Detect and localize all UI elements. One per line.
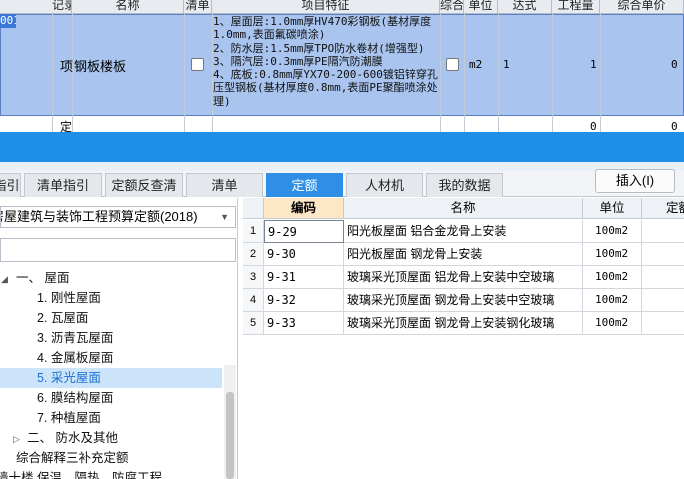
tree-node-skylight-roof[interactable]: 5. 采光屋面 bbox=[0, 368, 222, 388]
feature-checkbox[interactable] bbox=[446, 58, 459, 71]
quota-library-value: 房屋建筑与装饰工程预算定额(2018) bbox=[0, 209, 198, 224]
header-feature: 项目特征 bbox=[212, 0, 440, 14]
row-type: 项 bbox=[60, 59, 74, 74]
row-expression: 1 bbox=[503, 58, 510, 71]
row-unit-cell[interactable]: 100m2 bbox=[583, 312, 642, 335]
quota-library-select[interactable]: 房屋建筑与装饰工程预算定额(2018) ▼ bbox=[0, 206, 236, 228]
tree-node-membrane-roof[interactable]: 6. 膜结构屋面 bbox=[37, 388, 113, 408]
tab-reverse-lookup[interactable]: 定额反查清单 bbox=[105, 173, 183, 217]
next-row-type: 定 bbox=[60, 120, 73, 132]
row-feature[interactable]: 1、屋面层:1.0mm厚HV470彩钢板(基材厚度1.0mm,表面氟碳喷涂) 2… bbox=[213, 15, 439, 108]
expand-icon[interactable]: ▷ bbox=[13, 434, 20, 445]
splitter-bar[interactable] bbox=[0, 132, 684, 162]
tree-node-roof[interactable]: 一、 屋面 bbox=[16, 268, 69, 288]
row-index: 4 bbox=[243, 289, 264, 312]
grid-header: 记录 名称 清单 项目特征 综合单价 单位 达式 工程量 综合单价 bbox=[0, 0, 684, 14]
tree-node-green-roof[interactable]: 7. 种植屋面 bbox=[37, 408, 101, 428]
row-unit: m2 bbox=[469, 58, 483, 71]
next-row-price: 0 bbox=[671, 120, 678, 132]
row-unit-cell[interactable]: 100m2 bbox=[583, 243, 642, 266]
row-quota-cell[interactable] bbox=[642, 243, 684, 266]
col-header-unit[interactable]: 单位 bbox=[583, 198, 642, 219]
tree-node-tile-roof[interactable]: 2. 瓦屋面 bbox=[37, 308, 88, 328]
chevron-down-icon[interactable]: ▼ bbox=[220, 207, 229, 227]
insert-button[interactable]: 插入(I) bbox=[595, 169, 675, 193]
header-list: 清单 bbox=[184, 0, 212, 14]
row-index: 5 bbox=[243, 312, 264, 335]
col-header-index bbox=[243, 198, 264, 219]
tree-node-asphalt-roof[interactable]: 3. 沥青瓦屋面 bbox=[37, 328, 113, 348]
tab-strip: 指引 清单指引 定额反查清单 清单 定额 人材机 我的数据 bbox=[0, 171, 684, 217]
header-total-price: 综合单价 bbox=[600, 0, 684, 14]
row-name-cell[interactable]: 阳光板屋面 钢龙骨上安装 bbox=[344, 243, 583, 266]
quota-tree-panel: 房屋建筑与装饰工程预算定额(2018) ▼ ◢ 一、 屋面 1. 刚性屋面 2.… bbox=[0, 198, 238, 479]
row-name-cell[interactable]: 玻璃采光顶屋面 钢龙骨上安装中空玻璃 bbox=[344, 289, 583, 312]
row-code: 001 bbox=[0, 14, 16, 28]
row-price: 0 bbox=[671, 58, 678, 71]
tab-labor-material[interactable]: 人材机 bbox=[346, 173, 423, 197]
row-code-cell[interactable]: 9-31 bbox=[264, 266, 344, 289]
header-expression: 达式 bbox=[498, 0, 552, 14]
row-quota-cell[interactable] bbox=[642, 312, 684, 335]
tree-scrollbar-thumb[interactable] bbox=[226, 392, 234, 479]
header-name: 名称 bbox=[72, 0, 184, 14]
col-header-quota[interactable]: 定额 bbox=[642, 198, 684, 219]
tree-node-waterproof[interactable]: 二、 防水及其他 bbox=[27, 428, 118, 448]
tab-guide[interactable]: 指引 bbox=[0, 173, 21, 197]
panel-gap bbox=[0, 162, 684, 171]
row-name-cell[interactable]: 玻璃采光顶屋面 钢龙骨上安装钢化玻璃 bbox=[344, 312, 583, 335]
row-index: 1 bbox=[243, 220, 264, 243]
tree-node-rigid-roof[interactable]: 1. 刚性屋面 bbox=[37, 288, 101, 308]
row-name-cell[interactable]: 玻璃采光顶屋面 铝龙骨上安装中空玻璃 bbox=[344, 266, 583, 289]
row-quota-cell[interactable] bbox=[642, 289, 684, 312]
row-quantity: 1 bbox=[590, 58, 597, 71]
col-header-code[interactable]: 编码 bbox=[264, 198, 344, 219]
tab-quota[interactable]: 定额 bbox=[266, 173, 343, 197]
tab-my-data[interactable]: 我的数据 bbox=[426, 173, 503, 197]
row-index: 2 bbox=[243, 243, 264, 266]
col-header-name[interactable]: 名称 bbox=[344, 198, 583, 219]
row-name-cell[interactable]: 阳光板屋面 铝合金龙骨上安装 bbox=[344, 220, 583, 243]
search-input[interactable] bbox=[0, 238, 236, 262]
quota-table: 编码 名称 单位 定额 1 9-29 阳光板屋面 铝合金龙骨上安装 100m2 … bbox=[243, 198, 684, 479]
row-unit-cell[interactable]: 100m2 bbox=[583, 220, 642, 243]
row-code-cell[interactable]: 9-33 bbox=[264, 312, 344, 335]
row-unit-cell[interactable]: 100m2 bbox=[583, 266, 642, 289]
tree-node-metal-roof[interactable]: 4. 金属板屋面 bbox=[37, 348, 113, 368]
row-name[interactable]: 钢板楼板 bbox=[74, 56, 126, 75]
row-quota-cell[interactable] bbox=[642, 220, 684, 243]
list-checkbox[interactable] bbox=[191, 58, 204, 71]
row-code-cell[interactable]: 9-30 bbox=[264, 243, 344, 266]
row-code-cell[interactable]: 9-32 bbox=[264, 289, 344, 312]
header-quantity: 工程量 bbox=[552, 0, 600, 14]
tree-node-supplement[interactable]: 综合解释三补充定额 bbox=[16, 448, 129, 468]
collapse-icon[interactable]: ◢ bbox=[1, 274, 8, 285]
tab-bill-guide[interactable]: 清单指引 bbox=[24, 173, 102, 197]
row-quota-cell[interactable] bbox=[642, 266, 684, 289]
row-index: 3 bbox=[243, 266, 264, 289]
row-code-cell[interactable]: 9-29 bbox=[264, 220, 344, 243]
next-row-quantity: 0 bbox=[590, 120, 597, 132]
header-unit: 单位 bbox=[464, 0, 498, 14]
tab-bill[interactable]: 清单 bbox=[186, 173, 263, 197]
row-unit-cell[interactable]: 100m2 bbox=[583, 289, 642, 312]
header-record: 记录 bbox=[52, 0, 72, 14]
header-unit-price: 综合单价 bbox=[440, 0, 464, 14]
bill-grid: 记录 名称 清单 项目特征 综合单价 单位 达式 工程量 综合单价 001 项 … bbox=[0, 0, 684, 132]
tree-node-insulation[interactable]: 墙十楼 保温、隔热、防腐工程 bbox=[0, 468, 162, 479]
